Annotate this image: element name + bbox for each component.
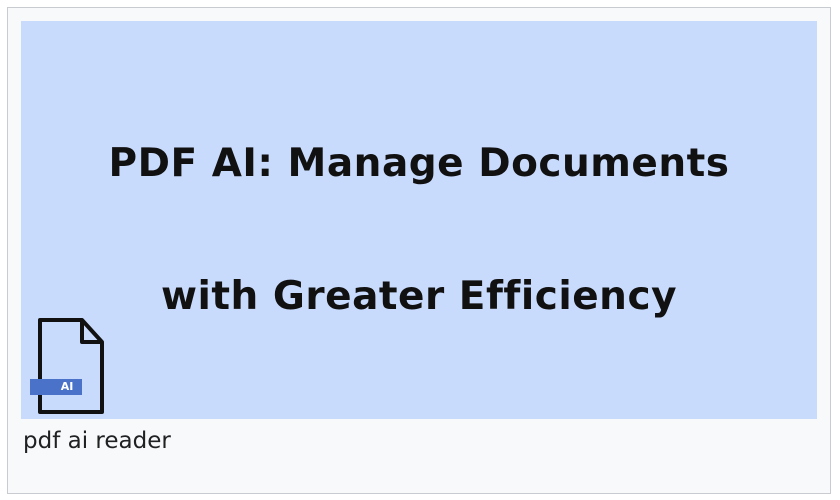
- figure-image[interactable]: PDF AI: Manage Documents with Greater Ef…: [21, 21, 817, 419]
- banner-headline-line2: with Greater Efficiency: [161, 274, 677, 319]
- figure-caption: pdf ai reader: [23, 428, 171, 454]
- banner-headline-line1: PDF AI: Manage Documents: [108, 141, 730, 186]
- ai-badge-label: AI: [60, 380, 74, 393]
- ai-file-icon: AI: [28, 316, 108, 416]
- figure-thumbnail: PDF AI: Manage Documents with Greater Ef…: [7, 7, 831, 494]
